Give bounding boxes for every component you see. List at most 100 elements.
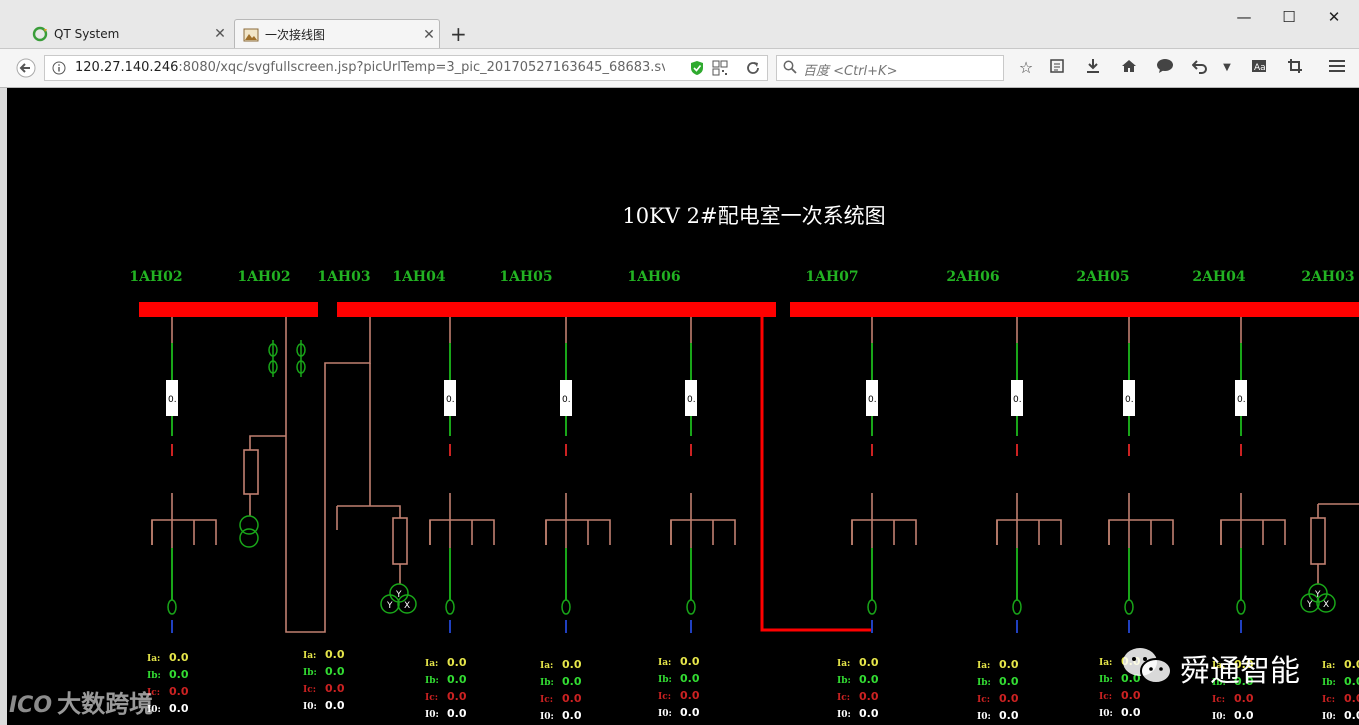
meter-label: Ib: [540, 678, 554, 688]
bus-bar [337, 302, 776, 317]
close-tab-icon[interactable]: ✕ [210, 26, 230, 42]
watermark-text: 舜通智能 [1180, 654, 1300, 689]
feeder-label: 1AH07 [805, 269, 858, 285]
reader-view-icon[interactable]: Aa [1249, 58, 1269, 78]
current-transformer [561, 599, 571, 615]
svg-text:Y: Y [1306, 600, 1313, 610]
meter-label: I0: [1212, 712, 1226, 722]
feeder: 0. [996, 317, 1062, 633]
meter-label: I0: [540, 712, 554, 722]
browser-titlebar: QT System ✕ 一次接线图 ✕ + — ☐ ✕ [0, 0, 1359, 49]
reading-list-icon[interactable] [1047, 58, 1067, 78]
shield-icon[interactable] [690, 60, 704, 80]
meter-label: I0: [1099, 709, 1113, 719]
diagram-title: 10KV 2#配电室一次系统图 [622, 204, 885, 228]
meter-value: 0.0 [325, 665, 345, 678]
meter-readout: Ia: 0.0 Ib: 0.0 Ic: 0.0 I0: 0.0 [540, 658, 582, 722]
feeder: 0. [545, 317, 611, 633]
meter-value: 0.0 [999, 709, 1019, 722]
meter-label: Ic: [837, 693, 850, 703]
meter-value: 0.0 [325, 648, 345, 661]
feeder: 0. [851, 317, 917, 633]
svg-text:X: X [404, 601, 410, 611]
svg-text:Y: Y [395, 590, 402, 600]
meter-value: 0.0 [859, 707, 879, 720]
feeder-label: 2AH06 [946, 269, 999, 285]
breaker-value: 0. [446, 395, 455, 405]
meter-value: 0.0 [999, 658, 1019, 671]
meter-readout: Ia: 0.0 Ib: 0.0 Ic: 0.0 I0: 0.0 [837, 656, 879, 720]
meter-value: 0.0 [1344, 658, 1359, 671]
meter-value: 0.0 [680, 706, 700, 719]
minimize-icon[interactable]: — [1234, 8, 1254, 26]
meter-value: 0.0 [325, 682, 345, 695]
browser-navbar: 120.27.140.246:8080/xqc/svgfullscreen.js… [0, 48, 1359, 88]
bus-tie-line [760, 317, 871, 632]
meter-value: 0.0 [447, 656, 467, 669]
meter-label: Ia: [1099, 658, 1112, 668]
breaker-value: 0. [562, 395, 571, 405]
reload-icon[interactable] [745, 60, 761, 80]
meter-label: I0: [303, 702, 317, 712]
close-window-icon[interactable]: ✕ [1324, 8, 1344, 26]
feeder-label: 1AH02 [129, 269, 182, 285]
meter-label: I0: [837, 710, 851, 720]
meter-value: 0.0 [562, 658, 582, 671]
meter-readout: Ia: 0.0 Ib: 0.0 Ic: 0.0 I0: 0.0 [658, 655, 700, 719]
feeder: 0. [429, 317, 495, 633]
meter-value: 0.0 [562, 675, 582, 688]
menu-icon[interactable] [1327, 58, 1347, 78]
image-file-icon [243, 27, 259, 43]
search-bar[interactable]: 百度 <Ctrl+K> [776, 55, 1004, 81]
meter-value: 0.0 [1344, 692, 1359, 705]
meter-value: 0.0 [169, 651, 189, 664]
meter-value: 0.0 [447, 690, 467, 703]
feeder: 0. [670, 317, 736, 633]
qt-refresh-icon [32, 26, 48, 42]
meter-label: Ia: [540, 661, 553, 671]
current-transformer [1124, 599, 1134, 615]
feeder-label: 1AH06 [627, 269, 680, 285]
meter-value: 0.0 [999, 675, 1019, 688]
breaker-value: 0. [687, 395, 696, 405]
feeder: 0. [1108, 317, 1174, 633]
earth-switch [851, 519, 917, 545]
tab-qt-system[interactable]: QT System ✕ [24, 19, 230, 49]
qr-code-icon[interactable] [712, 60, 728, 80]
pt-cabinet-right [1310, 503, 1359, 584]
breaker-value: 0. [868, 395, 877, 405]
new-tab-button[interactable]: + [450, 22, 467, 46]
back-icon[interactable] [16, 58, 36, 82]
info-icon[interactable] [52, 61, 66, 79]
bookmark-star-icon[interactable]: ☆ [1016, 58, 1036, 77]
maximize-icon[interactable]: ☐ [1279, 8, 1299, 26]
chat-icon[interactable] [1155, 58, 1175, 78]
tab-label: QT System [54, 27, 120, 41]
crop-icon[interactable] [1285, 58, 1305, 78]
meter-value: 0.0 [1344, 675, 1359, 688]
undo-icon[interactable] [1190, 58, 1210, 78]
meter-label: Ic: [658, 692, 671, 702]
meter-label: Ib: [837, 676, 851, 686]
feeder-label: 2AH03 [1301, 269, 1354, 285]
meter-readout: Ia: 0.0 Ib: 0.0 Ic: 0.0 I0: 0.0 [425, 656, 467, 720]
meter-label: Ic: [1322, 695, 1335, 705]
dropdown-arrow-icon[interactable]: ▼ [1217, 62, 1237, 73]
feeder-label: 1AH05 [499, 269, 552, 285]
close-tab-icon[interactable]: ✕ [419, 27, 439, 43]
current-transformer [167, 599, 177, 615]
home-icon[interactable] [1119, 58, 1139, 78]
feeder: 0. [151, 317, 217, 633]
meter-label: I0: [977, 712, 991, 722]
url-bar[interactable]: 120.27.140.246:8080/xqc/svgfullscreen.js… [44, 55, 768, 81]
feeder-label: 2AH04 [1192, 269, 1246, 285]
meter-label: Ia: [658, 658, 671, 668]
meter-label: Ia: [1322, 661, 1335, 671]
download-icon[interactable] [1083, 58, 1103, 78]
meter-readout: Ia: 0.0 Ib: 0.0 Ic: 0.0 I0: 0.0 [1322, 658, 1359, 722]
meter-label: Ib: [147, 671, 161, 681]
search-input[interactable]: 百度 <Ctrl+K> [803, 60, 897, 79]
tab-wiring-diagram[interactable]: 一次接线图 ✕ [234, 19, 440, 49]
meter-label: Ib: [1099, 675, 1113, 685]
wechat-icon [1120, 644, 1176, 692]
